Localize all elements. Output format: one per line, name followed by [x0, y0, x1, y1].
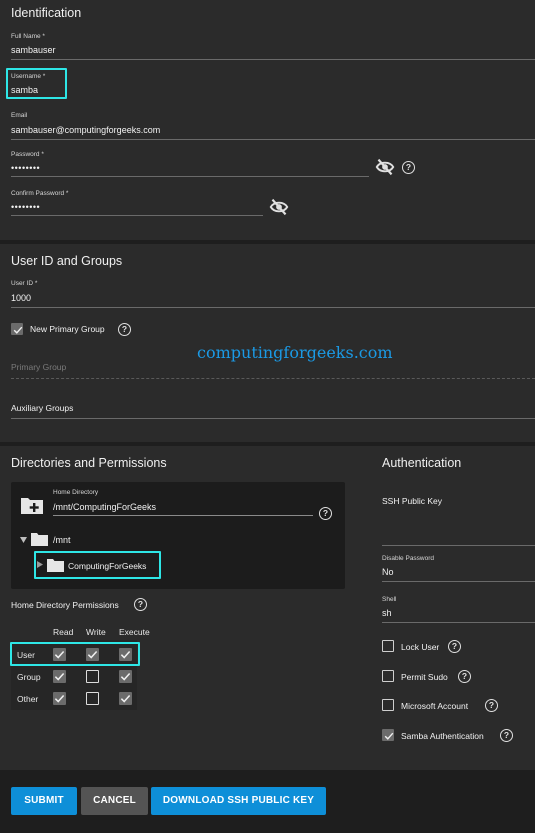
username-label: Username *: [11, 73, 46, 80]
permit-sudo-label: Permit Sudo: [401, 672, 448, 682]
user-id-label: User ID *: [11, 280, 38, 287]
home-directory-explorer: Home Directory /mnt/ComputingForGeeks ? …: [11, 482, 345, 589]
full-name-field[interactable]: sambauser: [11, 45, 56, 55]
ssh-public-key-label: SSH Public Key: [382, 496, 442, 506]
email-underline: [11, 139, 535, 140]
auxiliary-groups-underline: [11, 418, 535, 419]
folder-add-icon[interactable]: [20, 495, 44, 515]
email-field[interactable]: sambauser@computingforgeeks.com: [11, 125, 160, 135]
tree-expand-right-icon[interactable]: [37, 561, 43, 568]
tree-expand-down-icon[interactable]: [20, 537, 27, 543]
new-primary-group-label: New Primary Group: [30, 324, 105, 334]
password-field[interactable]: ••••••••: [11, 163, 40, 173]
home-directory-permissions-label: Home Directory Permissions: [11, 600, 119, 610]
password-help-icon[interactable]: ?: [402, 161, 415, 174]
disable-password-underline: [382, 581, 535, 582]
home-directory-underline: [53, 515, 313, 516]
samba-authentication-checkbox[interactable]: [382, 729, 394, 741]
new-primary-group-checkbox[interactable]: [11, 323, 23, 335]
confirm-password-underline: [11, 215, 263, 216]
identification-title: Identification: [11, 6, 82, 20]
shell-underline: [382, 622, 535, 623]
permission-other-execute-checkbox[interactable]: [119, 692, 132, 705]
permission-other-read-checkbox[interactable]: [53, 692, 66, 705]
ssh-public-key-underline: [382, 545, 535, 546]
confirm-password-label: Confirm Password *: [11, 190, 69, 197]
submit-button[interactable]: SUBMIT: [11, 787, 77, 815]
microsoft-account-help-icon[interactable]: ?: [485, 699, 498, 712]
identification-section: Identification Full Name * sambauser Use…: [0, 0, 535, 240]
username-field[interactable]: samba: [11, 85, 38, 95]
samba-authentication-label: Samba Authentication: [401, 731, 484, 741]
directories-title: Directories and Permissions: [11, 456, 167, 470]
permissions-row-user: User: [17, 650, 35, 660]
watermark-text: computingforgeeks.com: [197, 343, 393, 362]
permissions-column-execute: Execute: [119, 627, 150, 637]
folder-icon: [31, 533, 48, 546]
disable-password-select[interactable]: No: [382, 567, 394, 577]
user-id-underline: [11, 307, 535, 308]
home-directory-help-icon[interactable]: ?: [319, 507, 332, 520]
home-directory-label: Home Directory: [53, 489, 99, 496]
samba-authentication-help-icon[interactable]: ?: [500, 729, 513, 742]
permissions-column-write: Write: [86, 627, 106, 637]
permit-sudo-checkbox[interactable]: [382, 670, 394, 682]
confirm-password-field[interactable]: ••••••••: [11, 202, 40, 212]
primary-group-field[interactable]: Primary Group: [11, 362, 66, 372]
user-groups-title: User ID and Groups: [11, 254, 123, 268]
lock-user-checkbox[interactable]: [382, 640, 394, 652]
folder-icon: [47, 559, 64, 572]
lock-user-label: Lock User: [401, 642, 440, 652]
permissions-column-read: Read: [53, 627, 74, 637]
permissions-row-group: Group: [17, 672, 41, 682]
permission-user-execute-checkbox[interactable]: [119, 648, 132, 661]
cancel-button[interactable]: CANCEL: [81, 787, 148, 815]
permissions-help-icon[interactable]: ?: [134, 598, 147, 611]
permission-user-read-checkbox[interactable]: [53, 648, 66, 661]
full-name-label: Full Name *: [11, 33, 45, 40]
auxiliary-groups-field[interactable]: Auxiliary Groups: [11, 403, 73, 413]
permissions-row-other: Other: [17, 694, 39, 704]
permission-other-write-checkbox[interactable]: [86, 692, 99, 705]
email-label: Email: [11, 112, 28, 119]
new-primary-group-help-icon[interactable]: ?: [118, 323, 131, 336]
full-name-underline: [11, 59, 535, 60]
visibility-off-icon[interactable]: [375, 158, 395, 176]
confirm-visibility-off-icon[interactable]: [269, 198, 289, 216]
permission-user-write-checkbox[interactable]: [86, 648, 99, 661]
permission-group-read-checkbox[interactable]: [53, 670, 66, 683]
tree-item-computingforgeeks[interactable]: ComputingForGeeks: [68, 561, 146, 571]
password-underline: [11, 176, 369, 177]
permission-group-execute-checkbox[interactable]: [119, 670, 132, 683]
shell-label: Shell: [382, 596, 397, 603]
primary-group-underline: [11, 378, 535, 379]
permit-sudo-help-icon[interactable]: ?: [458, 670, 471, 683]
lock-user-help-icon[interactable]: ?: [448, 640, 461, 653]
permission-group-write-checkbox[interactable]: [86, 670, 99, 683]
disable-password-label: Disable Password: [382, 555, 435, 562]
microsoft-account-checkbox[interactable]: [382, 699, 394, 711]
microsoft-account-label: Microsoft Account: [401, 701, 469, 711]
tree-item-mnt[interactable]: /mnt: [53, 535, 71, 545]
password-label: Password *: [11, 151, 44, 158]
authentication-title: Authentication: [382, 456, 462, 470]
user-id-field[interactable]: 1000: [11, 293, 31, 303]
shell-select[interactable]: sh: [382, 608, 392, 618]
home-directory-field[interactable]: /mnt/ComputingForGeeks: [53, 502, 156, 512]
download-ssh-public-key-button[interactable]: DOWNLOAD SSH PUBLIC KEY: [151, 787, 326, 815]
